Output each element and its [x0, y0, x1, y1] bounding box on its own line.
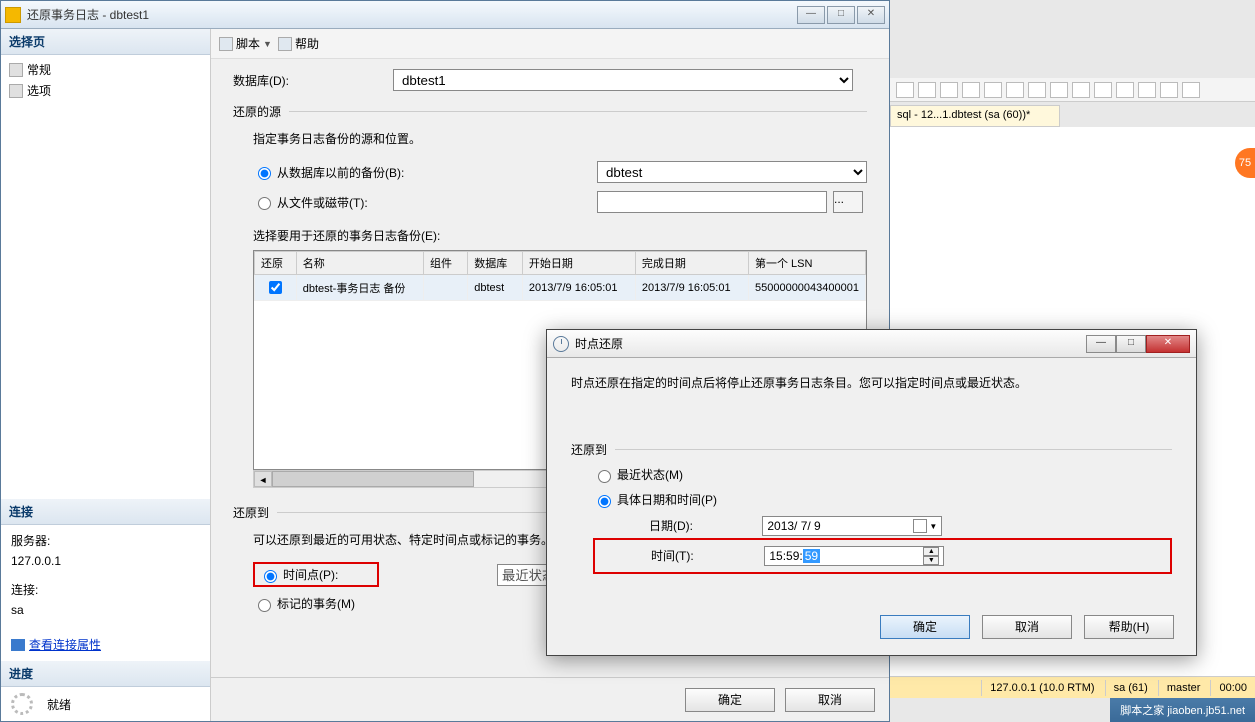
browse-button[interactable]: ...: [833, 191, 863, 213]
nav-section-connection: 连接: [1, 499, 210, 525]
marked-txn-radio[interactable]: [258, 599, 271, 612]
link-icon: [11, 639, 25, 651]
sub-close-button[interactable]: ✕: [1146, 335, 1190, 353]
left-nav: 选择页 常规 选项 连接 服务器: 127.0.0.1 连接: sa 查看连接属…: [1, 29, 211, 721]
progress-status: 就绪: [47, 696, 71, 713]
page-icon: [9, 84, 23, 98]
time-seconds-selected[interactable]: 59: [803, 549, 820, 563]
time-label: 时间(T):: [651, 547, 761, 564]
sub-maximize-button[interactable]: □: [1116, 335, 1146, 353]
script-icon: [219, 37, 233, 51]
marked-txn-label: 标记的事务(M): [277, 595, 355, 612]
ok-button[interactable]: 确定: [685, 688, 775, 712]
close-button[interactable]: ✕: [857, 6, 885, 24]
row-restore-checkbox[interactable]: [269, 281, 282, 294]
sub-titlebar[interactable]: 时点还原 — □ ✕: [547, 330, 1196, 358]
point-in-time-label: 时间点(P):: [283, 566, 373, 583]
scroll-left-button[interactable]: ◄: [254, 471, 272, 487]
clock-icon: [553, 336, 569, 352]
col-restore[interactable]: 还原: [255, 252, 297, 275]
connection-value: sa: [11, 600, 200, 620]
nav-item-general[interactable]: 常规: [1, 59, 210, 80]
col-component[interactable]: 组件: [423, 252, 467, 275]
col-end[interactable]: 完成日期: [635, 252, 748, 275]
nav-section-progress: 进度: [1, 661, 210, 687]
page-icon: [9, 63, 23, 77]
titlebar[interactable]: 还原事务日志 - dbtest1 — □ ✕: [1, 1, 889, 29]
time-input[interactable]: 15:59:59 ▲▼: [764, 546, 944, 566]
col-name[interactable]: 名称: [296, 252, 423, 275]
status-db: master: [1158, 680, 1209, 696]
highlight-point-in-time: 时间点(P):: [253, 562, 379, 587]
window-title: 还原事务日志 - dbtest1: [27, 6, 795, 23]
server-value: 127.0.0.1: [11, 551, 200, 571]
sub-desc: 时点还原在指定的时间点后将停止还原事务日志条目。您可以指定时间点或最近状态。: [571, 374, 1172, 391]
app-icon: [5, 7, 21, 23]
from-file-label: 从文件或磁带(T):: [277, 194, 597, 211]
progress-spinner-icon: [11, 693, 33, 715]
help-icon: [278, 37, 292, 51]
database-label: 数据库(D):: [233, 72, 393, 89]
nav-item-options[interactable]: 选项: [1, 80, 210, 101]
point-in-time-dialog: 时点还原 — □ ✕ 时点还原在指定的时间点后将停止还原事务日志条目。您可以指定…: [546, 329, 1197, 656]
sub-minimize-button[interactable]: —: [1086, 335, 1116, 353]
sub-window-title: 时点还原: [575, 335, 1086, 352]
server-label: 服务器:: [11, 531, 200, 551]
status-rows: 00:00: [1210, 680, 1255, 696]
restore-to-group-label: 还原到: [233, 504, 269, 521]
background-tab[interactable]: sql - 12...1.dbtest (sa (60))*: [890, 105, 1060, 127]
highlight-time-row: 时间(T): 15:59:59 ▲▼: [593, 538, 1172, 574]
dialog-footer: 确定 取消: [211, 677, 889, 721]
sub-restore-to-label: 还原到: [571, 441, 607, 458]
sub-cancel-button[interactable]: 取消: [982, 615, 1072, 639]
watermark: 脚本之家 jiaoben.jb51.net: [1110, 698, 1255, 722]
most-recent-label: 最近状态(M): [617, 466, 683, 483]
table-row[interactable]: dbtest-事务日志 备份 dbtest 2013/7/9 16:05:01 …: [255, 275, 866, 301]
source-group-label: 还原的源: [233, 103, 281, 120]
specific-datetime-radio[interactable]: [598, 495, 611, 508]
col-start[interactable]: 开始日期: [522, 252, 635, 275]
minimize-button[interactable]: —: [797, 6, 825, 24]
scroll-thumb[interactable]: [272, 471, 474, 487]
dialog-toolbar: 脚本▼ 帮助: [211, 29, 889, 59]
date-input[interactable]: 2013/ 7/ 9 ▼: [762, 516, 942, 536]
from-file-radio[interactable]: [258, 197, 271, 210]
chevron-down-icon: ▼: [263, 39, 272, 49]
select-backups-label: 选择要用于还原的事务日志备份(E):: [253, 227, 867, 244]
sub-ok-button[interactable]: 确定: [880, 615, 970, 639]
from-prev-backup-radio[interactable]: [258, 167, 271, 180]
connection-label: 连接:: [11, 580, 200, 600]
database-select[interactable]: dbtest1: [393, 69, 853, 91]
col-db[interactable]: 数据库: [468, 252, 523, 275]
status-ip: 127.0.0.1 (10.0 RTM): [981, 680, 1102, 696]
file-path-input: [597, 191, 827, 213]
script-button[interactable]: 脚本▼: [219, 35, 272, 52]
source-desc: 指定事务日志备份的源和位置。: [253, 130, 867, 147]
sub-help-button[interactable]: 帮助(H): [1084, 615, 1174, 639]
cancel-button[interactable]: 取消: [785, 688, 875, 712]
from-prev-backup-label: 从数据库以前的备份(B):: [277, 164, 597, 181]
most-recent-radio[interactable]: [598, 470, 611, 483]
time-spin-up[interactable]: ▲: [923, 547, 939, 556]
time-spin-down[interactable]: ▼: [923, 556, 939, 565]
view-connection-props-link[interactable]: 查看连接属性: [29, 638, 101, 652]
nav-section-select-page: 选择页: [1, 29, 210, 55]
date-label: 日期(D):: [649, 517, 759, 534]
calendar-icon[interactable]: [913, 519, 927, 533]
chevron-down-icon[interactable]: ▼: [929, 522, 937, 531]
help-button[interactable]: 帮助: [278, 35, 319, 52]
sub-footer: 确定 取消 帮助(H): [547, 603, 1196, 655]
prev-backup-select[interactable]: dbtest: [597, 161, 867, 183]
maximize-button[interactable]: □: [827, 6, 855, 24]
col-lsn[interactable]: 第一个 LSN: [748, 252, 865, 275]
status-user: sa (61): [1105, 680, 1156, 696]
point-in-time-radio[interactable]: [264, 570, 277, 583]
specific-datetime-label: 具体日期和时间(P): [617, 491, 717, 508]
background-toolbar: [890, 78, 1255, 102]
